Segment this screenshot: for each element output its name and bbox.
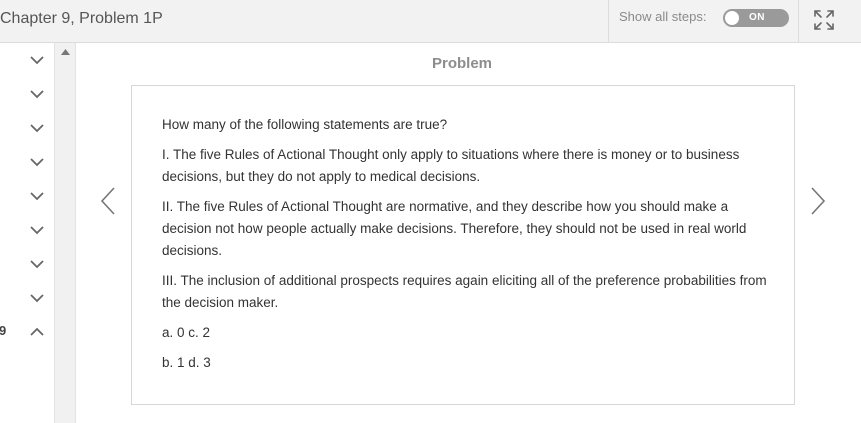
chapter-sidebar: 9 — [0, 43, 55, 423]
problem-body: How many of the following statements are… — [162, 114, 772, 382]
statement-2: II. The five Rules of Actional Thought a… — [162, 199, 747, 258]
answer-options-row-2: b. 1 d. 3 — [162, 355, 211, 370]
answer-options-row-1: a. 0 c. 2 — [162, 325, 211, 340]
problem-heading: Problem — [431, 55, 492, 72]
show-steps-toggle[interactable]: ON — [723, 9, 789, 27]
show-steps-label: Show all steps: — [619, 9, 707, 24]
scroll-up-arrow-icon[interactable] — [60, 48, 71, 56]
chevron-down-icon[interactable] — [28, 121, 46, 135]
page-title: Chapter 9, Problem 1P — [0, 10, 163, 27]
sidebar-scrollbar[interactable] — [55, 43, 76, 423]
chapter-number: 9 — [0, 323, 7, 338]
chevron-down-icon[interactable] — [28, 87, 46, 101]
chevron-down-icon[interactable] — [28, 257, 46, 271]
show-steps-area: Show all steps: ON — [608, 0, 799, 42]
previous-arrow-icon[interactable] — [98, 186, 118, 216]
chevron-down-icon[interactable] — [28, 189, 46, 203]
expand-icon[interactable] — [812, 8, 836, 32]
problem-card: How many of the following statements are… — [131, 85, 795, 405]
chevron-down-icon[interactable] — [28, 291, 46, 305]
toggle-knob — [725, 11, 739, 25]
toggle-label: ON — [749, 12, 765, 23]
top-bar: Chapter 9, Problem 1P Show all steps: ON — [0, 0, 861, 43]
chevron-up-icon[interactable] — [28, 325, 46, 339]
problem-question: How many of the following statements are… — [162, 117, 448, 132]
chevron-down-icon[interactable] — [28, 223, 46, 237]
next-arrow-icon[interactable] — [808, 186, 828, 216]
chevron-down-icon[interactable] — [28, 155, 46, 169]
statement-1: I. The five Rules of Actional Thought on… — [162, 147, 740, 184]
chevron-down-icon[interactable] — [28, 53, 46, 67]
statement-3: III. The inclusion of additional prospec… — [162, 273, 767, 310]
